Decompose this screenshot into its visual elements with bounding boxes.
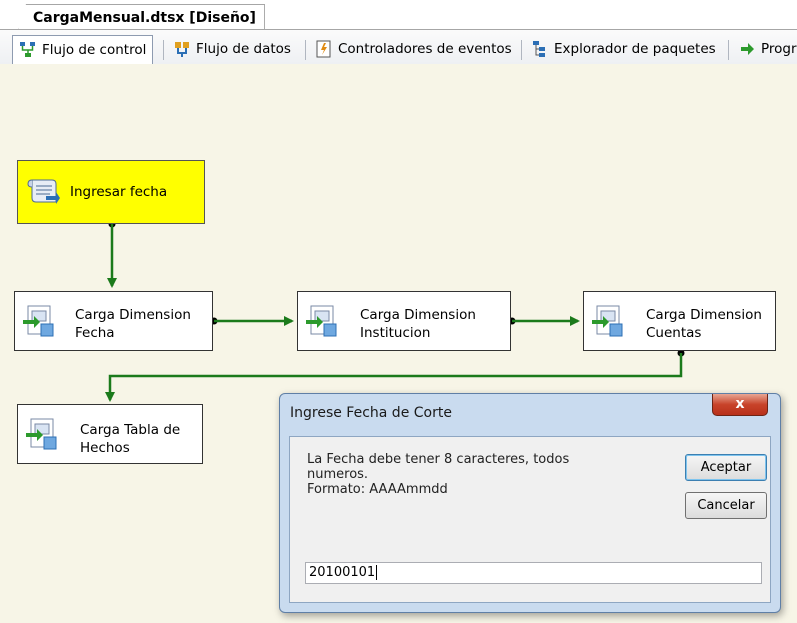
text-caret: [376, 565, 378, 580]
document-tab-strip: CargaMensual.dtsx [Diseño]: [0, 0, 797, 31]
tab-event-handlers[interactable]: Controladores de eventos: [309, 36, 518, 62]
dialog-message-line3: Formato: AAAAmmdd: [307, 482, 448, 497]
input-dialog: Ingrese Fecha de Corte x La Fecha debe t…: [279, 393, 781, 613]
data-flow-task-icon: [305, 304, 339, 338]
control-flow-icon: [19, 41, 37, 59]
event-handlers-icon: [315, 40, 333, 58]
document-tab-title: CargaMensual.dtsx [Diseño]: [33, 10, 256, 26]
tab-label: Flujo de datos: [196, 41, 291, 57]
tab-progress[interactable]: Progr: [732, 36, 797, 62]
dialog-body: La Fecha debe tener 8 caracteres, todos …: [289, 436, 771, 603]
task-ingresar-fecha[interactable]: Ingresar fecha: [17, 160, 205, 224]
task-carga-dimension-institucion[interactable]: Carga Dimension Institucion: [297, 291, 511, 351]
dialog-close-button[interactable]: x: [712, 394, 768, 416]
tab-separator: [305, 40, 306, 60]
date-input-value: 20100101: [309, 565, 376, 580]
data-flow-task-icon: [25, 417, 59, 451]
task-label-line1: Carga Dimension: [75, 307, 191, 323]
connector-institucion-to-cuentas[interactable]: [508, 316, 580, 326]
data-flow-icon: [173, 40, 191, 58]
connector-fecha-to-institucion[interactable]: [210, 316, 294, 326]
designer-tab-bar: Flujo de control Flujo de datos Controla…: [0, 30, 797, 65]
tab-separator: [163, 40, 164, 60]
script-task-icon: [26, 174, 60, 208]
tab-label: Explorador de paquetes: [554, 41, 716, 57]
task-label-line1: Carga Dimension: [360, 307, 476, 323]
dialog-message-line2: numeros.: [307, 467, 369, 482]
progress-arrow-icon: [738, 40, 756, 58]
task-label-line2: Fecha: [75, 325, 115, 341]
task-label-line1: Carga Tabla de: [80, 422, 181, 438]
tab-label: Flujo de control: [42, 42, 147, 58]
task-carga-dimension-fecha[interactable]: Carga Dimension Fecha: [14, 291, 213, 351]
tab-label: Progr: [761, 41, 797, 57]
accept-button[interactable]: Aceptar: [685, 454, 767, 481]
data-flow-task-icon: [591, 304, 625, 338]
task-label-line1: Carga Dimension: [646, 307, 762, 323]
tab-data-flow[interactable]: Flujo de datos: [167, 36, 297, 62]
task-label-line2: Hechos: [80, 440, 130, 456]
connector-ingresar-to-fecha[interactable]: [107, 220, 117, 288]
task-label-line2: Institucion: [360, 325, 431, 341]
dialog-message-line1: La Fecha debe tener 8 caracteres, todos: [307, 452, 570, 467]
task-carga-tabla-hechos[interactable]: Carga Tabla de Hechos: [17, 404, 203, 464]
cancel-button-label: Cancelar: [697, 498, 755, 513]
document-tab[interactable]: CargaMensual.dtsx [Diseño]: [18, 4, 265, 31]
cancel-button[interactable]: Cancelar: [685, 492, 767, 519]
task-label: Ingresar fecha: [70, 184, 168, 200]
accept-button-label: Aceptar: [700, 460, 752, 475]
date-input-field[interactable]: 20100101: [305, 562, 762, 584]
task-label-line2: Cuentas: [646, 325, 702, 341]
tab-label: Controladores de eventos: [338, 41, 512, 57]
tab-separator: [521, 40, 522, 60]
close-icon: x: [735, 396, 745, 412]
data-flow-task-icon: [22, 304, 56, 338]
task-carga-dimension-cuentas[interactable]: Carga Dimension Cuentas: [583, 291, 776, 351]
tab-package-explorer[interactable]: Explorador de paquetes: [525, 36, 722, 62]
tab-control-flow[interactable]: Flujo de control: [12, 35, 154, 65]
dialog-message: La Fecha debe tener 8 caracteres, todos …: [307, 452, 607, 497]
tab-separator: [728, 40, 729, 60]
package-explorer-icon: [531, 40, 549, 58]
dialog-title: Ingrese Fecha de Corte: [290, 405, 452, 421]
